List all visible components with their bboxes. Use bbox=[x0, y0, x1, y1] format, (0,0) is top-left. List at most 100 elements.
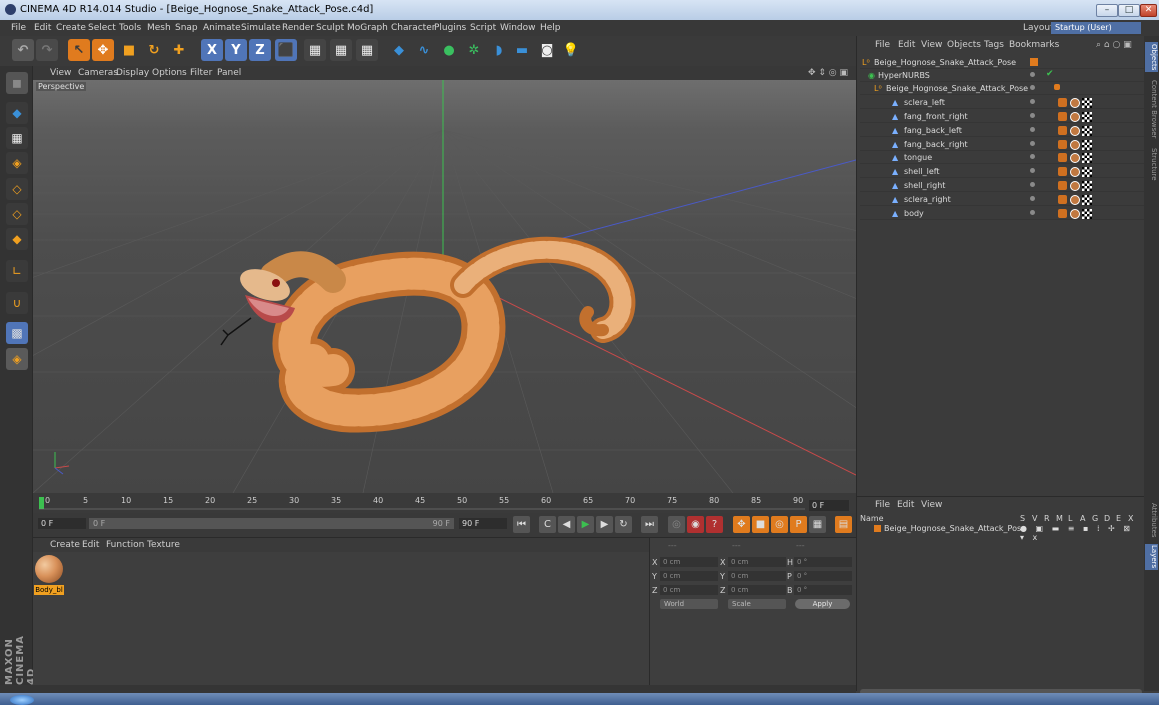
visibility-dot[interactable] bbox=[1030, 127, 1035, 132]
next-frame-icon[interactable]: ▶ bbox=[596, 516, 613, 533]
menu-window[interactable]: Window bbox=[500, 23, 536, 33]
live-selection-icon[interactable]: ↖ bbox=[68, 39, 90, 61]
prev-frame-icon[interactable]: ◀ bbox=[558, 516, 575, 533]
close-button[interactable]: ✕ bbox=[1140, 4, 1157, 17]
visibility-dot[interactable] bbox=[1030, 154, 1035, 159]
edges-mode-icon[interactable]: ◇ bbox=[6, 203, 28, 225]
auto-key-icon[interactable]: ◉ bbox=[687, 516, 704, 533]
uvw-tag-icon[interactable] bbox=[1082, 140, 1092, 150]
menu-sculpt[interactable]: Sculpt bbox=[316, 23, 344, 33]
axis-mode-icon[interactable]: ∟ bbox=[6, 260, 28, 282]
scale-mode-select[interactable]: Scale bbox=[728, 599, 786, 609]
last-tool-icon[interactable]: ✚ bbox=[168, 39, 190, 61]
phong-tag-icon[interactable] bbox=[1058, 195, 1067, 204]
object-row[interactable]: L⁰ Beige_Hognose_Snake_Attack_Pose bbox=[860, 56, 1144, 69]
object-row[interactable]: ▲ fang_back_right bbox=[860, 138, 1144, 151]
visibility-dot[interactable] bbox=[1030, 196, 1035, 201]
snake-model[interactable] bbox=[220, 236, 636, 433]
apply-button[interactable]: Apply bbox=[795, 599, 850, 609]
go-to-end-icon[interactable]: ⏭ bbox=[641, 516, 658, 533]
uvw-tag-icon[interactable] bbox=[1082, 181, 1092, 191]
spline-pen-icon[interactable]: ∿ bbox=[413, 39, 435, 61]
menu-file[interactable]: File bbox=[11, 23, 26, 33]
key-position-icon[interactable]: ✥ bbox=[733, 516, 750, 533]
start-button-icon[interactable] bbox=[10, 695, 34, 705]
key-scale-icon[interactable]: ■ bbox=[752, 516, 769, 533]
menu-help[interactable]: Help bbox=[540, 23, 561, 33]
object-menu-file[interactable]: File bbox=[875, 40, 890, 50]
layer-row[interactable]: Beige_Hognose_Snake_Attack_Pose ● ▣ ▬ ≡ … bbox=[860, 524, 1140, 542]
deformer-icon[interactable]: ◗ bbox=[488, 39, 510, 61]
object-row[interactable]: ▲ shell_right bbox=[860, 179, 1144, 192]
object-menu-tags[interactable]: Tags bbox=[984, 40, 1004, 50]
tag-icon[interactable] bbox=[1054, 84, 1060, 90]
phong-tag-icon[interactable] bbox=[1058, 112, 1067, 121]
undo-button[interactable]: ↶ bbox=[12, 39, 34, 61]
light-icon[interactable]: 💡 bbox=[560, 39, 582, 61]
visibility-dot[interactable] bbox=[1030, 113, 1035, 118]
object-row[interactable]: ▲ shell_left bbox=[860, 165, 1144, 178]
visibility-dot[interactable] bbox=[1030, 85, 1035, 90]
phong-tag-icon[interactable] bbox=[1058, 181, 1067, 190]
perspective-camera-label[interactable]: Perspective bbox=[36, 82, 87, 91]
object-search-icon[interactable]: ⌕ ⌂ ○ ▣ bbox=[1096, 40, 1132, 50]
redo-button[interactable]: ↷ bbox=[36, 39, 58, 61]
prev-key-icon[interactable]: C bbox=[539, 516, 556, 533]
visibility-dot[interactable] bbox=[1030, 141, 1035, 146]
menu-tools[interactable]: Tools bbox=[119, 23, 141, 33]
y-axis-lock-button[interactable]: Y bbox=[225, 39, 247, 61]
material-tag-icon[interactable] bbox=[1070, 98, 1080, 108]
rotation-h-field[interactable]: 0 ° bbox=[794, 557, 852, 567]
tab-content-browser[interactable]: Content Browser bbox=[1145, 78, 1158, 140]
key-param-icon[interactable]: P bbox=[790, 516, 807, 533]
menu-mograph[interactable]: MoGraph bbox=[347, 23, 388, 33]
object-row[interactable]: ▲ fang_back_left bbox=[860, 124, 1144, 137]
snap-icon[interactable]: ∪ bbox=[6, 292, 28, 314]
rotate-tool-icon[interactable]: ↻ bbox=[143, 39, 165, 61]
material-menu-create[interactable]: Create bbox=[50, 540, 80, 550]
material-menu-function[interactable]: Function bbox=[106, 540, 144, 550]
viewport-menu-panel[interactable]: Panel bbox=[217, 68, 241, 78]
render-settings-icon[interactable]: ▦ bbox=[356, 39, 378, 61]
uvw-tag-icon[interactable] bbox=[1082, 153, 1092, 163]
material-tag-icon[interactable] bbox=[1070, 167, 1080, 177]
phong-tag-icon[interactable] bbox=[1058, 140, 1067, 149]
frame-range-slider[interactable]: 0 F 90 F bbox=[89, 518, 454, 529]
viewport-menu-cameras[interactable]: Cameras bbox=[78, 68, 118, 78]
camera-icon[interactable]: ◙ bbox=[536, 39, 558, 61]
layer-menu-edit[interactable]: Edit bbox=[897, 500, 914, 510]
record-keys-icon[interactable]: ◎ bbox=[668, 516, 685, 533]
size-x-field[interactable]: 0 cm bbox=[728, 557, 786, 567]
layer-menu-file[interactable]: File bbox=[875, 500, 890, 510]
object-row[interactable]: ▲ fang_front_right bbox=[860, 110, 1144, 123]
current-frame-field[interactable]: 0 F bbox=[809, 500, 849, 511]
uvw-tag-icon[interactable] bbox=[1082, 126, 1092, 136]
object-row[interactable]: ▲ tongue bbox=[860, 151, 1144, 164]
render-view-icon[interactable]: ▦ bbox=[304, 39, 326, 61]
tab-attributes[interactable]: Attributes bbox=[1145, 502, 1158, 538]
menu-animate[interactable]: Animate bbox=[203, 23, 241, 33]
menu-script[interactable]: Script bbox=[470, 23, 496, 33]
phong-tag-icon[interactable] bbox=[1058, 209, 1067, 218]
uvw-tag-icon[interactable] bbox=[1082, 167, 1092, 177]
make-editable-icon[interactable]: ◼ bbox=[6, 72, 28, 94]
position-y-field[interactable]: 0 cm bbox=[660, 571, 718, 581]
menu-snap[interactable]: Snap bbox=[175, 23, 198, 33]
start-frame-field[interactable]: 0 F bbox=[38, 518, 86, 529]
nurbs-icon[interactable]: ● bbox=[438, 39, 460, 61]
size-z-field[interactable]: 0 cm bbox=[728, 585, 786, 595]
material-tag-icon[interactable] bbox=[1070, 181, 1080, 191]
position-x-field[interactable]: 0 cm bbox=[660, 557, 718, 567]
end-frame-field[interactable]: 90 F bbox=[459, 518, 507, 529]
x-axis-lock-button[interactable]: X bbox=[201, 39, 223, 61]
floor-icon[interactable]: ▬ bbox=[511, 39, 533, 61]
array-icon[interactable]: ✲ bbox=[463, 39, 485, 61]
tab-layers[interactable]: Layers bbox=[1145, 544, 1158, 570]
render-picture-viewer-icon[interactable]: ▦ bbox=[330, 39, 352, 61]
phong-tag-icon[interactable] bbox=[1058, 126, 1067, 135]
minimize-button[interactable]: – bbox=[1096, 4, 1118, 17]
locked-workplane-icon[interactable]: ◈ bbox=[6, 348, 28, 370]
viewport-menu-view[interactable]: View bbox=[50, 68, 71, 78]
layer-menu-view[interactable]: View bbox=[921, 500, 942, 510]
object-row[interactable]: ▲ sclera_left bbox=[860, 96, 1144, 109]
